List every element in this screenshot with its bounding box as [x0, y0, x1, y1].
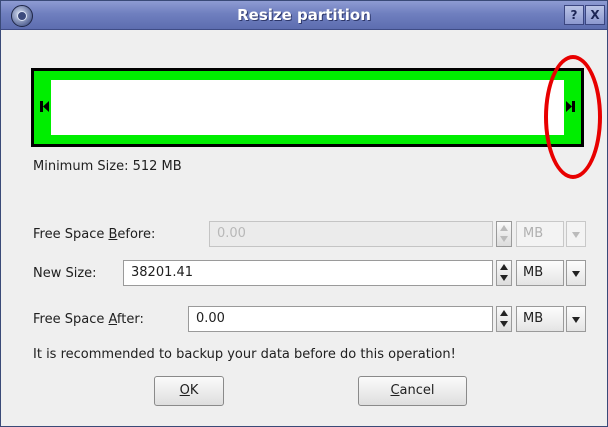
spin-up-icon[interactable]	[500, 264, 508, 270]
title-bar[interactable]: Resize partition ? X	[1, 1, 607, 30]
spin-up-icon[interactable]	[500, 310, 508, 316]
backup-warning: It is recommended to backup your data be…	[33, 347, 456, 362]
free-space-after-unit[interactable]: MB	[516, 306, 564, 332]
free-space-after-label: Free Space After:	[33, 312, 144, 327]
partition-graphic	[31, 68, 584, 147]
free-space-after-unit-dropdown-icon[interactable]	[566, 306, 586, 332]
free-space-before-input[interactable]: 0.00	[209, 221, 493, 247]
minimum-size-label: Minimum Size: 512 MB	[33, 159, 182, 174]
new-size-label: New Size:	[33, 266, 97, 281]
ok-button[interactable]: OK	[154, 376, 224, 406]
free-space-after-input[interactable]: 0.00	[188, 306, 493, 332]
left-resize-handle-icon[interactable]	[40, 101, 49, 112]
free-space-before-unit-dropdown-icon[interactable]	[566, 221, 586, 247]
spin-down-icon[interactable]	[500, 321, 508, 327]
new-size-input[interactable]: 38201.41	[123, 260, 493, 286]
resize-partition-dialog: Resize partition ? X Minimum Size: 512 M…	[0, 0, 608, 427]
spin-down-icon[interactable]	[500, 236, 508, 242]
new-size-unit[interactable]: MB	[516, 260, 564, 286]
free-space-before-spinner[interactable]	[496, 221, 512, 247]
partition-bar[interactable]	[34, 71, 581, 144]
red-highlight-circle	[544, 55, 602, 179]
new-size-unit-dropdown-icon[interactable]	[566, 260, 586, 286]
dialog-title: Resize partition	[237, 6, 371, 24]
help-button[interactable]: ?	[564, 5, 584, 25]
free-space-before-label: Free Space Before:	[33, 227, 156, 242]
spin-up-icon[interactable]	[500, 225, 508, 231]
partition-used-area	[51, 80, 564, 135]
cancel-button[interactable]: Cancel	[358, 376, 467, 406]
spin-down-icon[interactable]	[500, 275, 508, 281]
free-space-after-spinner[interactable]	[496, 306, 512, 332]
close-button[interactable]: X	[585, 5, 605, 25]
free-space-before-unit[interactable]: MB	[516, 221, 564, 247]
new-size-spinner[interactable]	[496, 260, 512, 286]
